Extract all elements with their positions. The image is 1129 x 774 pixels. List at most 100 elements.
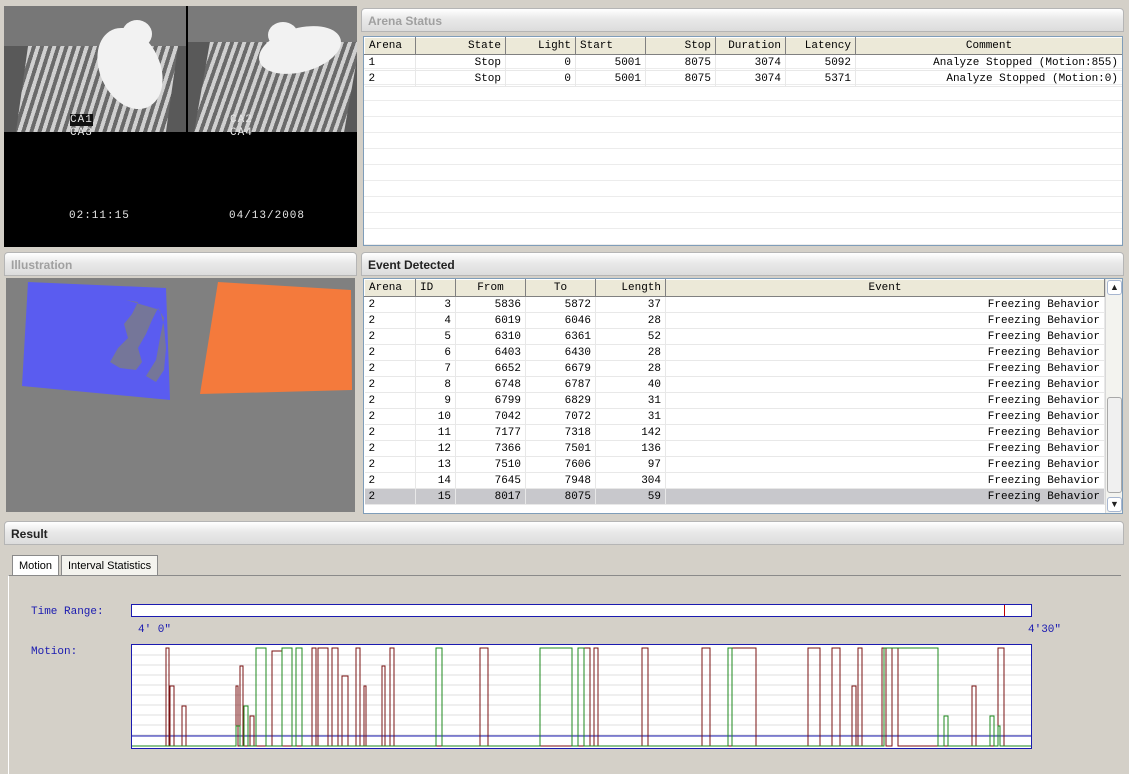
cell-event: Freezing Behavior: [665, 472, 1105, 489]
col-id[interactable]: ID: [415, 279, 456, 297]
cell-length: 304: [595, 472, 666, 489]
col-to[interactable]: To: [525, 279, 596, 297]
cell-length: 40: [595, 376, 666, 393]
left-arena-zone: [22, 282, 170, 400]
cell-id: 7: [415, 360, 456, 377]
table-row[interactable]: 2 14 7645 7948 304 Freezing Behavior: [364, 472, 1105, 489]
cell-length: 28: [595, 360, 666, 377]
tab-motion[interactable]: Motion: [12, 555, 60, 577]
table-row[interactable]: 1 Stop 0 5001 8075 3074 5092 Analyze Sto…: [364, 54, 1122, 71]
cell-arena: 2: [364, 408, 416, 425]
time-range-marker[interactable]: [1004, 605, 1006, 616]
camera-feed-2: [188, 6, 357, 132]
scroll-down-button[interactable]: ▼: [1107, 497, 1122, 512]
table-row[interactable]: 2 13 7510 7606 97 Freezing Behavior: [364, 456, 1105, 473]
col-state[interactable]: State: [415, 37, 506, 55]
cell-event: Freezing Behavior: [665, 392, 1105, 409]
table-row[interactable]: 2 3 5836 5872 37 Freezing Behavior: [364, 296, 1105, 313]
arena-status-table: Arena State Light Start Stop Duration La…: [364, 37, 1122, 87]
cell-event: Freezing Behavior: [665, 408, 1105, 425]
cell-from: 7366: [455, 440, 526, 457]
cell-length: 28: [595, 344, 666, 361]
cell-length: 31: [595, 392, 666, 409]
cell-arena: 2: [364, 472, 416, 489]
cell-to: 6046: [525, 312, 596, 329]
cell-id: 13: [415, 456, 456, 473]
cell-to: 6787: [525, 376, 596, 393]
col-arena[interactable]: Arena: [364, 37, 416, 55]
table-row[interactable]: 2 11 7177 7318 142 Freezing Behavior: [364, 424, 1105, 441]
arena-illustration: [22, 282, 352, 400]
col-arena[interactable]: Arena: [364, 279, 416, 297]
cell-from: 6310: [455, 328, 526, 345]
cell-event: Freezing Behavior: [665, 488, 1105, 505]
event-table-body: 2 3 5836 5872 37 Freezing Behavior 2 4 6019 6046 2…: [364, 296, 1105, 505]
cell-to: 7318: [525, 424, 596, 441]
cell-length: 59: [595, 488, 666, 505]
right-arena-zone: [200, 282, 352, 394]
col-start[interactable]: Start: [575, 37, 646, 55]
cell-arena: 2: [364, 376, 416, 393]
event-table-scrollbar[interactable]: ▲ ▼: [1105, 279, 1122, 513]
table-row[interactable]: 2 15 8017 8075 59 Freezing Behavior: [364, 488, 1105, 505]
cell-id: 4: [415, 312, 456, 329]
table-row[interactable]: 2 4 6019 6046 28 Freezing Behavior: [364, 312, 1105, 329]
cell-id: 8: [415, 376, 456, 393]
table-row[interactable]: 2 5 6310 6361 52 Freezing Behavior: [364, 328, 1105, 345]
cell-arena: 2: [364, 312, 416, 329]
cell-event: Freezing Behavior: [665, 376, 1105, 393]
scroll-up-button[interactable]: ▲: [1107, 280, 1122, 295]
camera-label-ca4[interactable]: CA4: [230, 127, 253, 139]
cell-length: 37: [595, 296, 666, 313]
cell-event: Freezing Behavior: [665, 296, 1105, 313]
table-row[interactable]: 2 10 7042 7072 31 Freezing Behavior: [364, 408, 1105, 425]
tab-interval-statistics[interactable]: Interval Statistics: [61, 555, 159, 575]
illustration-canvas: [6, 278, 355, 512]
col-comment[interactable]: Comment: [855, 37, 1122, 55]
cell-stop: 8075: [645, 70, 716, 87]
camera-view: CA1 CA2 CA3 CA4 02:11:15 04/13/2008: [4, 6, 357, 247]
cell-arena: 2: [364, 488, 416, 505]
cell-event: Freezing Behavior: [665, 424, 1105, 441]
table-row[interactable]: 2 6 6403 6430 28 Freezing Behavior: [364, 344, 1105, 361]
col-length[interactable]: Length: [595, 279, 666, 297]
cell-stop: 8075: [645, 54, 716, 71]
col-event[interactable]: Event: [665, 279, 1105, 297]
cell-arena: 2: [364, 440, 416, 457]
time-range-label: Time Range:: [31, 606, 104, 618]
camera-label-ca3[interactable]: CA3: [70, 127, 93, 139]
cell-arena: 2: [364, 424, 416, 441]
table-row[interactable]: 2 12 7366 7501 136 Freezing Behavior: [364, 440, 1105, 457]
table-row[interactable]: 2 Stop 0 5001 8075 3074 5371 Analyze Sto…: [364, 70, 1122, 87]
cell-length: 31: [595, 408, 666, 425]
event-detected-panel: Event Detected Arena ID From To Length E…: [361, 252, 1124, 515]
col-latency[interactable]: Latency: [785, 37, 856, 55]
cell-from: 6652: [455, 360, 526, 377]
cell-from: 7645: [455, 472, 526, 489]
motion-trace-arena-1: [132, 647, 1031, 747]
motion-label: Motion:: [31, 646, 78, 658]
camera-label-ca1[interactable]: CA1: [70, 114, 93, 126]
table-row[interactable]: 2 8 6748 6787 40 Freezing Behavior: [364, 376, 1105, 393]
cell-latency: 5371: [785, 70, 856, 87]
cell-to: 7072: [525, 408, 596, 425]
cell-to: 7501: [525, 440, 596, 457]
col-from[interactable]: From: [455, 279, 526, 297]
illustration-panel: Illustration: [4, 252, 357, 515]
cell-length: 142: [595, 424, 666, 441]
col-duration[interactable]: Duration: [715, 37, 786, 55]
table-row[interactable]: 2 7 6652 6679 28 Freezing Behavior: [364, 360, 1105, 377]
col-stop[interactable]: Stop: [645, 37, 716, 55]
cell-id: 6: [415, 344, 456, 361]
table-row[interactable]: 2 9 6799 6829 31 Freezing Behavior: [364, 392, 1105, 409]
time-range-bar[interactable]: [131, 604, 1032, 617]
cell-latency: 5092: [785, 54, 856, 71]
time-start-label: 4' 0": [138, 624, 172, 636]
col-light[interactable]: Light: [505, 37, 576, 55]
cell-start: 5001: [575, 54, 646, 71]
motion-trace-arena-2: [132, 647, 1031, 747]
cell-to: 6361: [525, 328, 596, 345]
scroll-thumb[interactable]: [1107, 397, 1122, 493]
cell-length: 97: [595, 456, 666, 473]
camera-label-ca2[interactable]: CA2: [230, 114, 253, 126]
